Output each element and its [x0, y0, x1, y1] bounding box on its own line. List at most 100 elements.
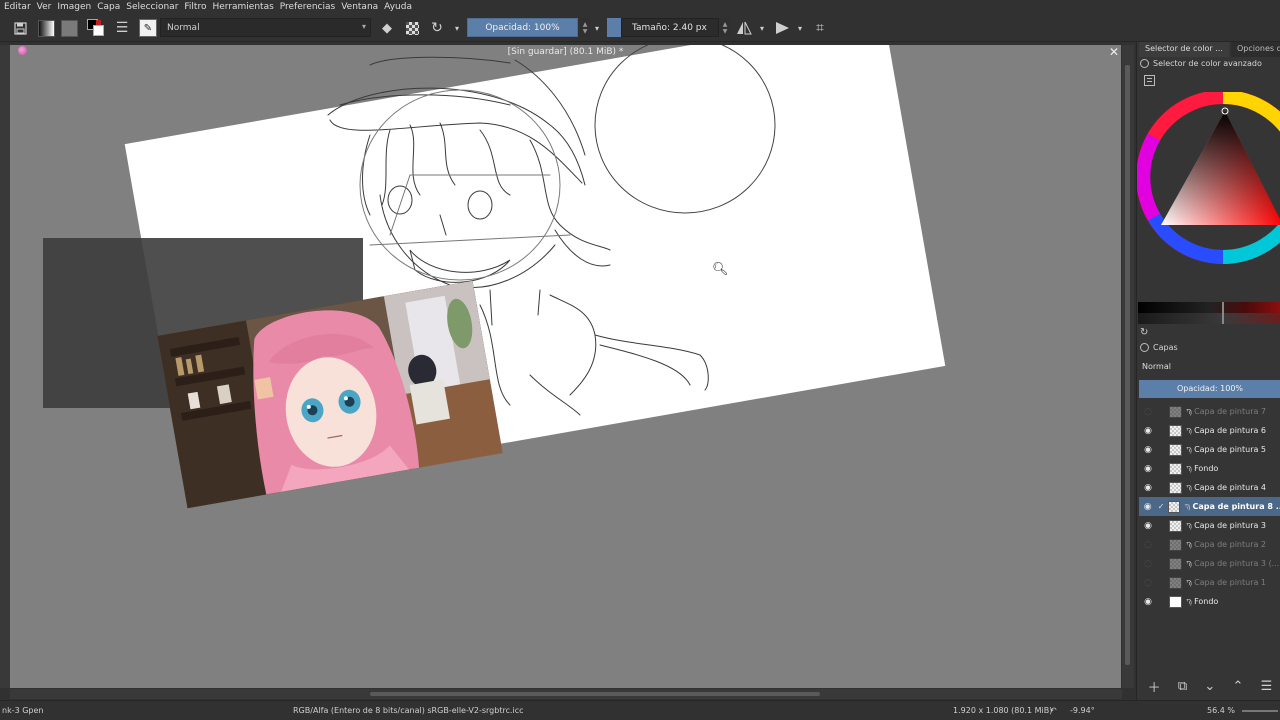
size-slider-fill[interactable] [607, 18, 621, 37]
menu-ver[interactable]: Ver [37, 2, 52, 12]
color-wheel[interactable] [1137, 92, 1280, 272]
visibility-off-icon[interactable]: ◌ [1141, 578, 1155, 588]
panel-float-icon[interactable] [1140, 59, 1149, 68]
mirror-vertical-icon[interactable] [774, 18, 792, 38]
layer-thumbnail [1169, 424, 1182, 437]
shade-selector[interactable] [1138, 302, 1280, 324]
chevron-down-icon[interactable]: ▾ [795, 18, 805, 38]
panel-float-icon[interactable] [1140, 343, 1149, 352]
add-layer-icon[interactable]: ＋ [1148, 677, 1161, 696]
visibility-off-icon[interactable]: ◌ [1141, 540, 1155, 550]
paint-layer-icon: Ϡ [1186, 597, 1193, 606]
layer-properties-icon[interactable]: ☰ [1261, 679, 1273, 694]
visibility-off-icon[interactable]: ◌ [1141, 407, 1155, 417]
layer-row[interactable]: ◉ Ϡ Capa de pintura 3 [1139, 516, 1280, 535]
mirror-horizontal-icon[interactable] [735, 18, 753, 38]
paint-layer-icon: Ϡ [1186, 521, 1193, 530]
save-icon[interactable] [12, 18, 28, 38]
eraser-icon[interactable]: ◆ [378, 18, 396, 38]
duplicate-layer-icon[interactable]: ⧉ [1178, 679, 1187, 694]
menu-ayuda[interactable]: Ayuda [384, 2, 412, 12]
layers-panel-title: Capas [1153, 343, 1178, 352]
layer-name: Capa de pintura 2 [1194, 540, 1267, 549]
brush-settings-icon[interactable]: ☰ [113, 18, 131, 38]
menu-bar: Editar Ver Imagen Capa Seleccionar Filtr… [0, 0, 1280, 14]
refresh-icon[interactable]: ↻ [1140, 327, 1148, 338]
horizontal-scrollbar[interactable] [10, 689, 1122, 699]
vertical-scrollbar[interactable] [1122, 45, 1134, 688]
menu-filtro[interactable]: Filtro [184, 2, 206, 12]
move-down-icon[interactable]: ⌄ [1204, 679, 1215, 694]
horizontal-scroll-thumb[interactable] [370, 692, 820, 696]
rotate-icon[interactable]: ↶ [1050, 706, 1057, 715]
menu-preferencias[interactable]: Preferencias [280, 2, 335, 12]
color-panel-header: Selector de color avanzado [1140, 59, 1262, 68]
chevron-down-icon[interactable]: ▾ [592, 18, 602, 38]
layer-row[interactable]: ◉ Ϡ Fondo [1139, 592, 1280, 611]
canvas-area[interactable]: [Sin guardar] (80.1 MiB) * ✕ 🔍︎ [10, 45, 1121, 688]
chevron-down-icon[interactable]: ▾ [452, 18, 462, 38]
menu-editar[interactable]: Editar [4, 2, 31, 12]
gradient-icon[interactable] [37, 18, 55, 38]
close-icon[interactable]: ✕ [1107, 45, 1121, 59]
move-up-icon[interactable]: ⌃ [1233, 679, 1244, 694]
visibility-icon[interactable]: ◉ [1141, 426, 1155, 436]
layer-name: Capa de pintura 4 [1194, 483, 1267, 492]
layer-thumbnail [1169, 595, 1182, 608]
alpha-lock-icon[interactable] [403, 18, 421, 38]
visibility-icon[interactable]: ◉ [1141, 521, 1155, 531]
shade-row[interactable] [1138, 313, 1280, 324]
paint-layer-icon: Ϡ [1184, 502, 1191, 511]
left-gutter [0, 45, 10, 688]
layer-row[interactable]: ◌ Ϡ Capa de pintura 7 [1139, 402, 1280, 421]
size-slider[interactable]: Tamaño: 2.40 px [621, 18, 719, 37]
size-stepper[interactable]: ▲ ▼ [720, 18, 730, 37]
chevron-down-icon[interactable]: ▾ [757, 18, 767, 38]
layer-row[interactable]: ◌ Ϡ Capa de pintura 2 [1139, 535, 1280, 554]
layer-row[interactable]: ◉ Ϡ Capa de pintura 5 [1139, 440, 1280, 459]
status-rotation[interactable]: -9.94° [1070, 706, 1095, 715]
layer-row[interactable]: ◉ Ϡ Capa de pintura 4 [1139, 478, 1280, 497]
color-swap-icon[interactable] [86, 18, 106, 38]
opacity-stepper[interactable]: ▲ ▼ [580, 18, 590, 37]
blend-mode-value: Normal [167, 22, 200, 33]
layer-row-selected[interactable]: ◉ ✓ Ϡ Capa de pintura 8 ... [1139, 497, 1280, 516]
visibility-icon[interactable]: ◉ [1141, 597, 1155, 607]
layer-row[interactable]: ◌ Ϡ Capa de pintura 1 [1139, 573, 1280, 592]
layer-thumbnail [1169, 405, 1182, 418]
layer-name: Fondo [1194, 464, 1219, 473]
visibility-icon[interactable]: ◉ [1141, 483, 1155, 493]
status-zoom[interactable]: 56.4 % [1207, 706, 1235, 715]
visibility-icon[interactable]: ◉ [1141, 464, 1155, 474]
tab-tool-options[interactable]: Opciones de [1231, 42, 1280, 57]
layer-row[interactable]: ◌ Ϡ Capa de pintura 3 (... [1139, 554, 1280, 573]
pattern-icon[interactable] [60, 18, 78, 38]
menu-herramientas[interactable]: Herramientas [212, 2, 273, 12]
layer-opacity-slider[interactable]: Opacidad: 100% [1139, 380, 1280, 398]
tab-color-selector[interactable]: Selector de color ... [1139, 42, 1229, 57]
zoom-slider[interactable] [1242, 710, 1278, 712]
wrap-icon[interactable]: ⌗ [811, 18, 829, 38]
layer-name: Capa de pintura 7 [1194, 407, 1267, 416]
color-settings-icon[interactable] [1144, 75, 1155, 86]
menu-seleccionar[interactable]: Seleccionar [126, 2, 178, 12]
opacity-slider[interactable]: Opacidad: 100% [467, 18, 578, 37]
menu-capa[interactable]: Capa [97, 2, 120, 12]
visibility-icon[interactable]: ◉ [1141, 445, 1155, 455]
visibility-icon[interactable]: ◉ [1141, 502, 1154, 512]
layer-check-icon[interactable]: ✓ [1154, 502, 1167, 511]
visibility-off-icon[interactable]: ◌ [1141, 559, 1155, 569]
vertical-scroll-thumb[interactable] [1125, 65, 1130, 665]
status-color-space: RGB/Alfa (Entero de 8 bits/canal) sRGB-e… [293, 706, 524, 715]
layer-row[interactable]: ◉ Ϡ Fondo [1139, 459, 1280, 478]
reload-icon[interactable]: ↻ [428, 18, 446, 38]
menu-ventana[interactable]: Ventana [341, 2, 378, 12]
menu-imagen[interactable]: Imagen [57, 2, 91, 12]
layer-thumbnail [1169, 538, 1182, 551]
layer-row[interactable]: ◉ Ϡ Capa de pintura 6 [1139, 421, 1280, 440]
layer-list: ◌ Ϡ Capa de pintura 7 ◉ Ϡ Capa de pintura 6 … [1139, 402, 1280, 672]
brush-preset-icon[interactable]: ✎ [138, 18, 158, 38]
status-brush[interactable]: nk-3 Gpen [2, 706, 44, 715]
layer-blend-mode-select[interactable]: Normal [1139, 360, 1280, 374]
blend-mode-select[interactable]: Normal ▾ [160, 18, 371, 37]
